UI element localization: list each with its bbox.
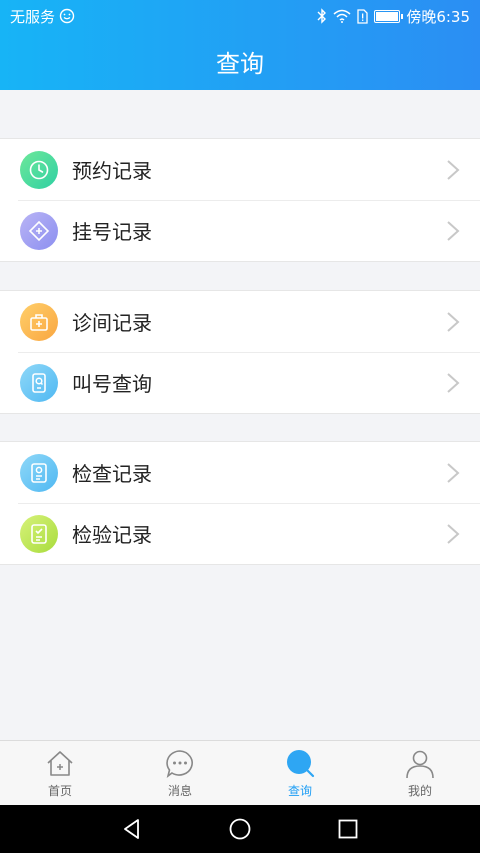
sim-alert-icon — [357, 8, 368, 24]
menu-item-label: 预约记录 — [72, 159, 152, 183]
menu-item-exam-records[interactable]: 检查记录 — [0, 442, 480, 503]
clock-text: 傍晚6:35 — [406, 7, 470, 26]
tab-label: 我的 — [407, 783, 432, 798]
search-icon — [287, 749, 315, 777]
tab-profile[interactable]: 我的 — [360, 741, 480, 805]
menu-item-label: 诊间记录 — [72, 311, 152, 335]
tab-query[interactable]: 查询 — [240, 741, 360, 805]
home-icon — [47, 750, 73, 776]
chevron-right-icon — [447, 220, 460, 241]
menu-item-clinic-records[interactable]: 诊间记录 — [0, 291, 480, 352]
menu-item-label: 挂号记录 — [72, 220, 152, 244]
tab-home[interactable]: 首页 — [0, 741, 120, 805]
bottom-tab-bar: 首页 消息 查询 我的 — [0, 740, 480, 805]
tab-label: 首页 — [47, 783, 72, 798]
page-title: 查询 — [216, 49, 264, 78]
menu-item-registration-records[interactable]: 挂号记录 — [0, 200, 480, 261]
chevron-right-icon — [447, 523, 460, 544]
message-icon — [166, 749, 193, 778]
menu-item-lab-records[interactable]: 检验记录 — [0, 503, 480, 564]
menu-item-label: 检查记录 — [72, 462, 152, 486]
group-appointments: 预约记录 挂号记录 — [0, 138, 480, 262]
carrier-text: 无服务 — [10, 7, 56, 26]
menu-item-appointment-records[interactable]: 预约记录 — [0, 139, 480, 200]
battery-icon — [374, 9, 404, 23]
lab-report-icon — [20, 514, 58, 553]
bluetooth-icon — [317, 8, 327, 24]
system-nav-bar — [0, 805, 480, 853]
chevron-right-icon — [447, 462, 460, 483]
group-clinic: 诊间记录 叫号查询 — [0, 290, 480, 414]
menu-item-label: 检验记录 — [72, 523, 152, 547]
chevron-right-icon — [447, 159, 460, 180]
person-icon — [406, 750, 434, 778]
menu-item-label: 叫号查询 — [72, 372, 152, 396]
chevron-right-icon — [447, 311, 460, 332]
menu-item-queue-query[interactable]: 叫号查询 — [0, 352, 480, 413]
query-menu: 预约记录 挂号记录 诊间记录 叫号查询 检查记录 检验记录 — [0, 90, 480, 740]
group-examinations: 检查记录 检验记录 — [0, 441, 480, 565]
tab-label: 消息 — [167, 783, 192, 798]
tab-messages[interactable]: 消息 — [120, 741, 240, 805]
tab-label: 查询 — [287, 783, 312, 798]
medical-kit-icon — [20, 302, 58, 341]
phone-search-icon — [20, 363, 58, 402]
exam-report-icon — [20, 453, 58, 492]
chevron-right-icon — [447, 372, 460, 393]
face-icon — [59, 8, 75, 24]
recents-square-icon[interactable] — [336, 817, 360, 841]
clock-icon — [20, 150, 58, 189]
wifi-icon — [333, 9, 351, 23]
ticket-icon — [20, 211, 58, 250]
home-circle-icon[interactable] — [228, 817, 252, 841]
back-icon[interactable] — [120, 817, 144, 841]
status-bar: 无服务 傍晚6:35 — [0, 0, 480, 32]
page-header: 查询 — [0, 32, 480, 90]
